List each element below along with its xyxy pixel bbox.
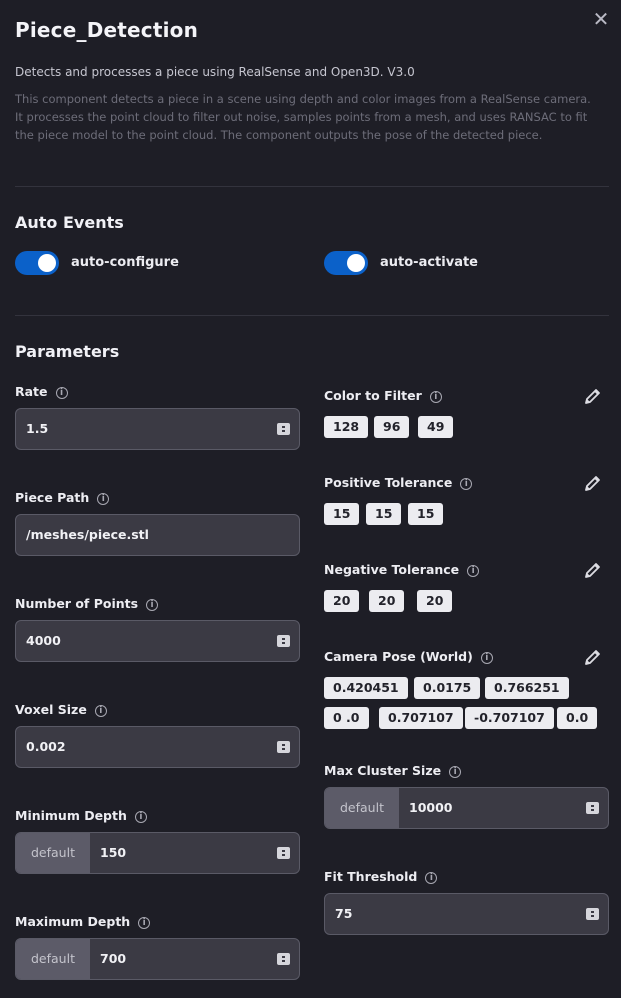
fit-threshold-value: 75 [335,906,353,921]
component-description: This component detects a piece in a scen… [15,92,591,142]
voxel-size-label-text: Voxel Size [15,702,87,717]
info-icon[interactable]: i [480,652,493,664]
neg-tolerance-label: Negative Tolerance i [324,562,480,577]
voxel-size-input[interactable]: 0.002 [15,726,300,768]
max-depth-input[interactable]: default 700 [15,938,300,980]
camera-pose-chip[interactable]: 0.707107 [379,707,463,729]
info-icon[interactable]: i [97,493,110,505]
divider [15,315,609,316]
spinner-icon[interactable] [277,847,290,859]
voxel-size-label: Voxel Size i [15,702,107,717]
rate-label: Rate i [15,384,68,399]
pos-tolerance-chip[interactable]: 15 [408,503,444,525]
fit-threshold-label-text: Fit Threshold [324,869,418,884]
pos-tolerance-label-text: Positive Tolerance [324,475,453,490]
piece-path-label-text: Piece Path [15,490,90,505]
default-prefix: default [16,833,90,873]
min-depth-value: 150 [100,845,127,860]
auto-events-heading: Auto Events [15,213,124,232]
spinner-icon[interactable] [277,953,290,965]
neg-tolerance-chip[interactable]: 20 [417,590,453,612]
rate-value: 1.5 [26,421,49,436]
fit-threshold-label: Fit Threshold i [324,869,438,884]
pencil-icon[interactable] [584,648,602,666]
color-filter-label: Color to Filter i [324,388,442,403]
num-points-value: 4000 [26,633,61,648]
auto-configure-toggle[interactable] [15,251,59,275]
neg-tolerance-label-text: Negative Tolerance [324,562,460,577]
info-icon[interactable]: i [467,565,480,577]
piece-path-label: Piece Path i [15,490,110,505]
rate-label-text: Rate [15,384,48,399]
pencil-icon[interactable] [584,387,602,405]
info-icon[interactable]: i [55,387,68,399]
max-depth-label: Maximum Depth i [15,914,151,929]
info-icon[interactable]: i [134,811,147,823]
auto-activate-toggle[interactable] [324,251,368,275]
camera-pose-label: Camera Pose (World) i [324,649,493,664]
color-filter-chip[interactable]: 128 [324,416,369,438]
voxel-size-value: 0.002 [26,739,66,754]
info-icon[interactable]: i [460,478,473,490]
num-points-label: Number of Points i [15,596,159,611]
max-cluster-input[interactable]: default 10000 [324,787,609,829]
info-icon[interactable]: i [429,391,442,403]
close-icon[interactable]: ✕ [590,8,612,30]
max-depth-label-text: Maximum Depth [15,914,131,929]
camera-pose-chip[interactable]: 0.766251 [485,677,569,699]
spinner-icon[interactable] [277,741,290,753]
page-title: Piece_Detection [15,18,199,42]
camera-pose-label-text: Camera Pose (World) [324,649,473,664]
max-cluster-label-text: Max Cluster Size [324,763,442,778]
num-points-input[interactable]: 4000 [15,620,300,662]
pos-tolerance-chip[interactable]: 15 [366,503,402,525]
spinner-icon[interactable] [586,908,599,920]
camera-pose-chip[interactable]: 0.0175 [414,677,481,699]
color-filter-chip[interactable]: 96 [374,416,410,438]
component-subtitle: Detects and processes a piece using Real… [15,65,415,79]
spinner-icon[interactable] [586,802,599,814]
pos-tolerance-label: Positive Tolerance i [324,475,473,490]
spinner-icon[interactable] [277,635,290,647]
parameters-heading: Parameters [15,342,120,361]
default-prefix: default [16,939,90,979]
camera-pose-chip[interactable]: 0 .0 [324,707,369,729]
default-prefix: default [325,788,399,828]
fit-threshold-input[interactable]: 75 [324,893,609,935]
info-icon[interactable]: i [146,599,159,611]
piece-path-input[interactable]: /meshes/piece.stl [15,514,300,556]
piece-path-value: /meshes/piece.stl [26,527,149,542]
color-filter-chip[interactable]: 49 [418,416,454,438]
max-cluster-label: Max Cluster Size i [324,763,462,778]
info-icon[interactable]: i [449,766,462,778]
toggle-knob [347,254,365,272]
rate-input[interactable]: 1.5 [15,408,300,450]
toggle-knob [38,254,56,272]
max-cluster-value: 10000 [409,800,453,815]
color-filter-label-text: Color to Filter [324,388,422,403]
num-points-label-text: Number of Points [15,596,139,611]
min-depth-input[interactable]: default 150 [15,832,300,874]
camera-pose-chip[interactable]: 0.0 [557,707,598,729]
neg-tolerance-chip[interactable]: 20 [324,590,360,612]
spinner-icon[interactable] [277,423,290,435]
divider [15,186,609,187]
min-depth-label-text: Minimum Depth [15,808,127,823]
info-icon[interactable]: i [425,872,438,884]
camera-pose-chip[interactable]: 0.420451 [324,677,408,699]
neg-tolerance-chip[interactable]: 20 [369,590,405,612]
pos-tolerance-chip[interactable]: 15 [324,503,360,525]
pencil-icon[interactable] [584,474,602,492]
auto-configure-label: auto-configure [71,255,179,270]
camera-pose-chip[interactable]: -0.707107 [465,707,554,729]
pencil-icon[interactable] [584,561,602,579]
info-icon[interactable]: i [138,917,151,929]
info-icon[interactable]: i [94,705,107,717]
auto-activate-label: auto-activate [380,255,478,270]
max-depth-value: 700 [100,951,127,966]
min-depth-label: Minimum Depth i [15,808,147,823]
